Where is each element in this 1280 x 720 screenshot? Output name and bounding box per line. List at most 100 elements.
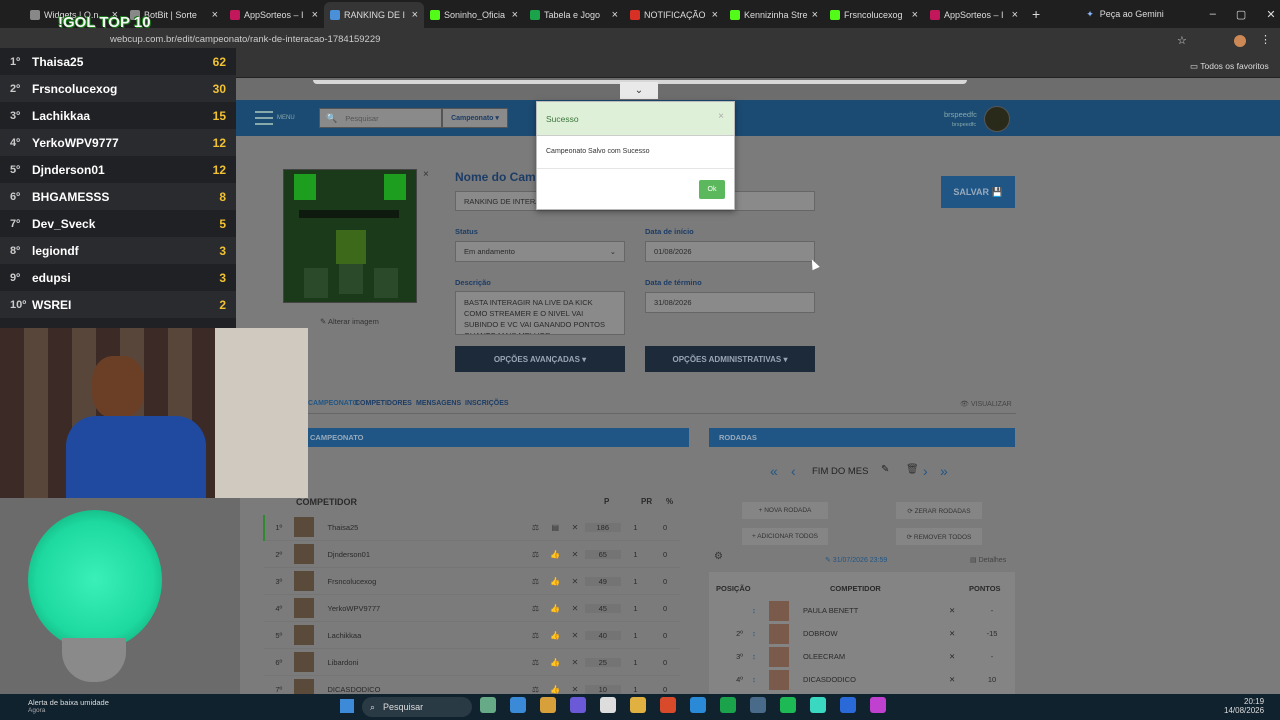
description-textarea[interactable]: BASTA INTERAGIR NA LIVE DA KICK COMO STR… — [455, 291, 625, 335]
first-round-icon[interactable]: « — [770, 463, 778, 479]
taskbar-app-icon[interactable] — [510, 697, 526, 713]
sort-icon[interactable]: ↕ — [743, 652, 765, 661]
clock[interactable]: 20:19 14/08/2026 — [1224, 697, 1264, 715]
taskbar-app-icon[interactable] — [660, 697, 676, 713]
like-icon[interactable]: ▤ — [545, 523, 565, 532]
browser-tab[interactable]: RANKING DE I × — [324, 2, 424, 28]
browser-tab[interactable]: NOTIFICAÇÃO × — [624, 2, 724, 28]
remove-icon[interactable]: ✕ — [949, 629, 975, 638]
view-link[interactable]: 👁 VISUALIZAR — [960, 400, 1012, 408]
scale-icon[interactable]: ⚖ — [526, 685, 546, 694]
remove-all-button[interactable]: ⟳ REMOVER TODOS — [896, 528, 982, 545]
close-window-icon[interactable]: ✕ — [1266, 8, 1275, 21]
tab-close-icon[interactable]: × — [312, 9, 318, 21]
browser-tab[interactable]: Soninho_Oficia × — [424, 2, 524, 28]
new-round-button[interactable]: + NOVA RODADA — [742, 502, 828, 519]
weather-widget[interactable]: Alerta de baixa umidade Agora — [28, 698, 109, 714]
next-round-icon[interactable]: › — [923, 463, 928, 479]
remove-icon[interactable]: ✕ — [949, 606, 975, 615]
windows-start-icon[interactable] — [340, 699, 354, 713]
tab-mensagens[interactable]: MENSAGENS — [416, 400, 461, 407]
hamburger-icon[interactable] — [255, 111, 273, 125]
tab-inscricoes[interactable]: INSCRIÇÕES — [465, 400, 509, 407]
edit-round-icon[interactable]: ✎ — [881, 464, 889, 475]
avatar[interactable] — [984, 106, 1010, 132]
tab-close-icon[interactable]: × — [412, 9, 418, 21]
taskbar-app-icon[interactable] — [870, 697, 886, 713]
advanced-options-button[interactable]: OPÇÕES AVANÇADAS ▾ — [455, 346, 625, 372]
remove-icon[interactable]: ✕ — [949, 675, 975, 684]
collapse-toggle[interactable]: ⌄ — [620, 82, 658, 99]
trash-icon[interactable]: 🗑 — [906, 464, 919, 475]
tab-competidores[interactable]: COMPETIDORES — [355, 400, 412, 407]
taskbar-app-icon[interactable] — [480, 697, 496, 713]
gemini-button[interactable]: ✦ Peça ao Gemini — [1086, 9, 1164, 20]
taskbar-app-icon[interactable] — [750, 697, 766, 713]
remove-icon[interactable]: ✕ — [565, 577, 585, 586]
tab-close-icon[interactable]: × — [912, 9, 918, 21]
remove-icon[interactable]: ✕ — [565, 685, 585, 694]
new-tab-icon[interactable]: + — [1032, 6, 1040, 22]
menu-dots-icon[interactable]: ⋮ — [1260, 33, 1271, 46]
remove-icon[interactable]: ✕ — [565, 550, 585, 559]
remove-icon[interactable]: ✕ — [949, 652, 975, 661]
sort-icon[interactable]: ↕ — [743, 675, 765, 684]
round-date[interactable]: ✎ 31/07/2026 23:59 — [825, 556, 887, 564]
scale-icon[interactable]: ⚖ — [526, 577, 546, 586]
sort-icon[interactable]: ↕ — [743, 606, 765, 615]
end-date-input[interactable]: 31/08/2026 — [645, 292, 815, 313]
scale-icon[interactable]: ⚖ — [526, 658, 546, 667]
sort-icon[interactable]: ↕ — [743, 629, 765, 638]
menu-label[interactable]: MENU — [277, 115, 295, 121]
maximize-icon[interactable]: ▢ — [1236, 8, 1246, 21]
remove-icon[interactable]: ✕ — [565, 604, 585, 613]
remove-icon[interactable]: ✕ — [565, 658, 585, 667]
gear-icon[interactable]: ⚙ — [714, 551, 723, 562]
taskbar-app-icon[interactable] — [630, 697, 646, 713]
add-all-button[interactable]: + ADICIONAR TODOS — [742, 528, 828, 545]
details-link[interactable]: ▤ Detalhes — [970, 556, 1006, 564]
bookmark-star-icon[interactable]: ☆ — [1177, 34, 1187, 47]
tab-close-icon[interactable]: × — [812, 9, 818, 21]
minimize-icon[interactable]: – — [1210, 8, 1216, 21]
save-button[interactable]: SALVAR 💾 — [941, 176, 1015, 208]
search-box[interactable]: 🔍 Pesquisar — [319, 108, 442, 128]
like-icon[interactable]: 👍 — [545, 604, 565, 613]
taskbar-app-icon[interactable] — [780, 697, 796, 713]
like-icon[interactable]: 👍 — [545, 658, 565, 667]
alter-image-link[interactable]: ✎ Alterar imagem — [320, 317, 379, 326]
scale-icon[interactable]: ⚖ — [526, 604, 546, 613]
tab-campeonato[interactable]: CAMPEONATO — [308, 400, 358, 407]
like-icon[interactable]: 👍 — [545, 685, 565, 694]
taskbar-app-icon[interactable] — [810, 697, 826, 713]
tab-close-icon[interactable]: × — [512, 9, 518, 21]
taskbar-app-icon[interactable] — [570, 697, 586, 713]
taskbar-app-icon[interactable] — [840, 697, 856, 713]
all-favorites[interactable]: ▭ Todos os favoritos — [1190, 61, 1269, 72]
tab-close-icon[interactable]: × — [212, 9, 218, 21]
address-bar[interactable]: webcup.com.br/edit/campeonato/rank-de-in… — [110, 34, 380, 45]
browser-tab[interactable]: AppSorteos – I × — [924, 2, 1024, 28]
status-select[interactable]: Em andamento ⌄ — [455, 241, 625, 262]
scale-icon[interactable]: ⚖ — [526, 523, 546, 532]
tab-close-icon[interactable]: × — [1012, 9, 1018, 21]
taskbar-search[interactable]: ⌕ Pesquisar — [362, 697, 472, 717]
scale-icon[interactable]: ⚖ — [526, 631, 546, 640]
ok-button[interactable]: Ok — [699, 180, 725, 199]
remove-icon[interactable]: ✕ — [565, 523, 585, 532]
taskbar-app-icon[interactable] — [690, 697, 706, 713]
campeonato-dropdown[interactable]: Campeonato ▾ — [442, 108, 508, 128]
browser-tab[interactable]: Kennizinha Stre × — [724, 2, 824, 28]
tab-close-icon[interactable]: × — [612, 9, 618, 21]
like-icon[interactable]: 👍 — [545, 631, 565, 640]
reset-rounds-button[interactable]: ⟳ ZERAR RODADAS — [896, 502, 982, 519]
taskbar-app-icon[interactable] — [720, 697, 736, 713]
tab-close-icon[interactable]: × — [712, 9, 718, 21]
browser-tab[interactable]: AppSorteos – I × — [224, 2, 324, 28]
taskbar-app-icon[interactable] — [540, 697, 556, 713]
remove-icon[interactable]: ✕ — [565, 631, 585, 640]
admin-options-button[interactable]: OPÇÕES ADMINISTRATIVAS ▾ — [645, 346, 815, 372]
like-icon[interactable]: 👍 — [545, 577, 565, 586]
championship-image[interactable] — [283, 169, 417, 303]
prev-round-icon[interactable]: ‹ — [791, 463, 796, 479]
